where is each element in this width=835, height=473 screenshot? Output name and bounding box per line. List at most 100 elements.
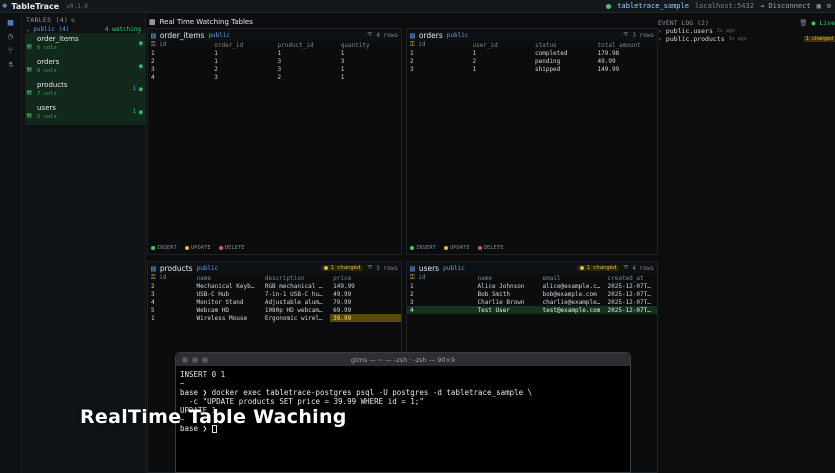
live-indicator[interactable]: ● Live: [812, 19, 835, 27]
watch-eye-icon[interactable]: ◉: [139, 85, 143, 93]
table-row-updated[interactable]: 1 Wireless Mouse Ergonomic wirel… 39.99: [148, 314, 401, 322]
cell: 2: [151, 282, 155, 290]
table-row-inserted[interactable]: 4 Test User test@example.com 2025-12-07T1…: [407, 306, 657, 314]
table-row[interactable]: 3 Charlie Brown charlie@example… 2025-12-07…: [407, 298, 657, 306]
key-icon: ⚿: [151, 274, 156, 281]
column-header[interactable]: created_at: [605, 274, 658, 282]
column-header[interactable]: ⚿ id: [148, 274, 194, 282]
table-icon: ▤: [410, 263, 415, 273]
column-header[interactable]: total_amount: [595, 41, 658, 49]
cell: 3: [277, 65, 282, 73]
table-row[interactable]: 2 Mechanical Keyb… RGB mechanical … 149.99: [148, 282, 401, 290]
sidebar-table-products[interactable]: ▤ products 7 cols 1 ◉: [25, 79, 145, 102]
column-header[interactable]: email: [540, 274, 605, 282]
table-header-row: ⚿ id name description price: [148, 274, 401, 282]
table-row[interactable]: 4 3 2 1: [148, 73, 401, 81]
column-header[interactable]: description: [262, 274, 330, 282]
table-row[interactable]: 1 Alice Johnson alice@example.c… 2025-12-07…: [407, 282, 657, 290]
settings-icon[interactable]: ⚙: [827, 2, 831, 10]
tables-icon[interactable]: ▦: [6, 18, 16, 28]
column-header[interactable]: user_id: [470, 41, 533, 49]
table-row[interactable]: 5 Webcam HD 1080p HD webcam… 69.99: [148, 306, 401, 314]
column-header[interactable]: name: [194, 274, 262, 282]
table-row[interactable]: 3 1 shipped 149.99: [407, 65, 657, 73]
column-header[interactable]: ⚿ id: [148, 41, 211, 49]
table-row[interactable]: 3 2 3 1: [148, 65, 401, 73]
cell: Webcam HD: [196, 306, 230, 314]
terminal-titlebar[interactable]: gtms — ~ — -zsh · -zsh — 90×9: [176, 353, 630, 366]
table-row[interactable]: 1 1 1 1: [148, 49, 401, 57]
history-icon[interactable]: ◷: [6, 32, 16, 42]
sidebar-table-users[interactable]: ▤ users 5 cols 1 ◉: [25, 102, 145, 125]
row-count: 3 rows: [632, 31, 654, 39]
page-title: ▦ Real Time Watching Tables: [149, 18, 253, 26]
data-table: ⚿ id name email created_at 1 Alice Johnso…: [407, 274, 657, 314]
cell: 2: [277, 73, 282, 81]
changed-badge-label: 1 changed: [330, 265, 361, 271]
cell: 1: [340, 49, 345, 57]
terminal-line: INSERT 0 1: [180, 370, 226, 379]
filter-icon[interactable]: ⛛: [623, 31, 628, 39]
column-header[interactable]: ⚿ id: [407, 274, 475, 282]
filter-icon[interactable]: ⛛: [367, 264, 372, 272]
schema-chevron-icon: ⌄: [26, 25, 34, 33]
filter-icon[interactable]: ⛛: [367, 31, 372, 39]
page-title-text: Real Time Watching Tables: [159, 18, 253, 26]
refresh-icon[interactable]: ↻: [71, 16, 75, 24]
cell: 3: [214, 73, 218, 81]
watch-eye-icon[interactable]: ◉: [139, 62, 143, 70]
terminal-line: -c "UPDATE products SET price = 39.99 WH…: [180, 397, 424, 406]
event-item[interactable]: › public.products 3s ago 1 changed: [658, 35, 835, 43]
filter-icon[interactable]: ⛛: [623, 264, 628, 272]
table-icon: ▤: [27, 111, 32, 119]
table-cols: 5 cols: [37, 114, 57, 120]
panel-header: ▤ order_items public ⛛ 4 rows: [148, 29, 401, 41]
event-log: EVENT LOG (2) 🗑 ● Live › public.users 5s…: [658, 18, 835, 78]
cell: 49.99: [333, 290, 352, 298]
cell: 7-in-1 USB-C hu…: [264, 290, 323, 298]
disconnect-button[interactable]: ⇥ Disconnect: [760, 2, 811, 10]
column-header[interactable]: status: [532, 41, 595, 49]
column-header[interactable]: ⚿ id: [407, 41, 470, 49]
cell: pending: [535, 57, 561, 65]
cell: 3: [151, 65, 155, 73]
event-table: public.products: [665, 35, 725, 43]
cell: 3: [410, 298, 414, 306]
table-row[interactable]: 2 Bob Smith bob@example.com 2025-12-07T1…: [407, 290, 657, 298]
top-bar: ◈ TableTrace v0.1.0 tabletrace_sample lo…: [0, 0, 835, 13]
table-row[interactable]: 1 1 completed 179.98: [407, 49, 657, 57]
legend-update: UPDATE: [443, 245, 470, 251]
app-logo-icon: ◈: [2, 1, 8, 11]
flask-icon[interactable]: ⚗: [6, 60, 16, 70]
watch-eye-icon[interactable]: ◉: [139, 39, 143, 47]
cell: 1: [214, 57, 218, 65]
table-row[interactable]: 2 1 3 3: [148, 57, 401, 65]
disconnect-label: Disconnect: [768, 2, 811, 10]
app-version: v0.1.0: [66, 2, 88, 10]
grid-view-icon[interactable]: ▦: [817, 2, 821, 10]
table-cols: 6 cols: [37, 45, 57, 51]
app-name: TableTrace: [11, 1, 60, 11]
cell: 79.99: [333, 298, 352, 306]
table-row[interactable]: 4 Monitor Stand Adjustable alum… 79.99: [148, 298, 401, 306]
cell: 1: [151, 49, 155, 57]
cell: 2025-12-07T1…: [607, 282, 655, 290]
column-header[interactable]: product_id: [275, 41, 338, 49]
schema-row[interactable]: ⌄ public (4) 4 watching: [22, 25, 145, 33]
column-header[interactable]: quantity: [338, 41, 401, 49]
table-row[interactable]: 2 2 pending 49.99: [407, 57, 657, 65]
table-header-row: ⚿ id name email created_at: [407, 274, 657, 282]
table-row[interactable]: 3 USB-C Hub 7-in-1 USB-C hu… 49.99: [148, 290, 401, 298]
watch-eye-icon[interactable]: ◉: [139, 108, 143, 116]
column-header[interactable]: name: [475, 274, 540, 282]
cell: 1080p HD webcam…: [264, 306, 323, 314]
column-header[interactable]: order_id: [211, 41, 274, 49]
event-item[interactable]: › public.users 5s ago: [658, 27, 835, 35]
cell: Wireless Mouse: [196, 314, 248, 322]
change-count: 1: [132, 85, 136, 92]
sidebar-table-orders[interactable]: ▤ orders 6 cols ◉: [25, 56, 145, 79]
branch-icon[interactable]: ⑂: [6, 46, 16, 56]
trash-icon[interactable]: 🗑: [799, 19, 807, 27]
column-header[interactable]: price: [330, 274, 401, 282]
sidebar-table-order-items[interactable]: ▤ order_items 6 cols ◉: [25, 33, 145, 56]
